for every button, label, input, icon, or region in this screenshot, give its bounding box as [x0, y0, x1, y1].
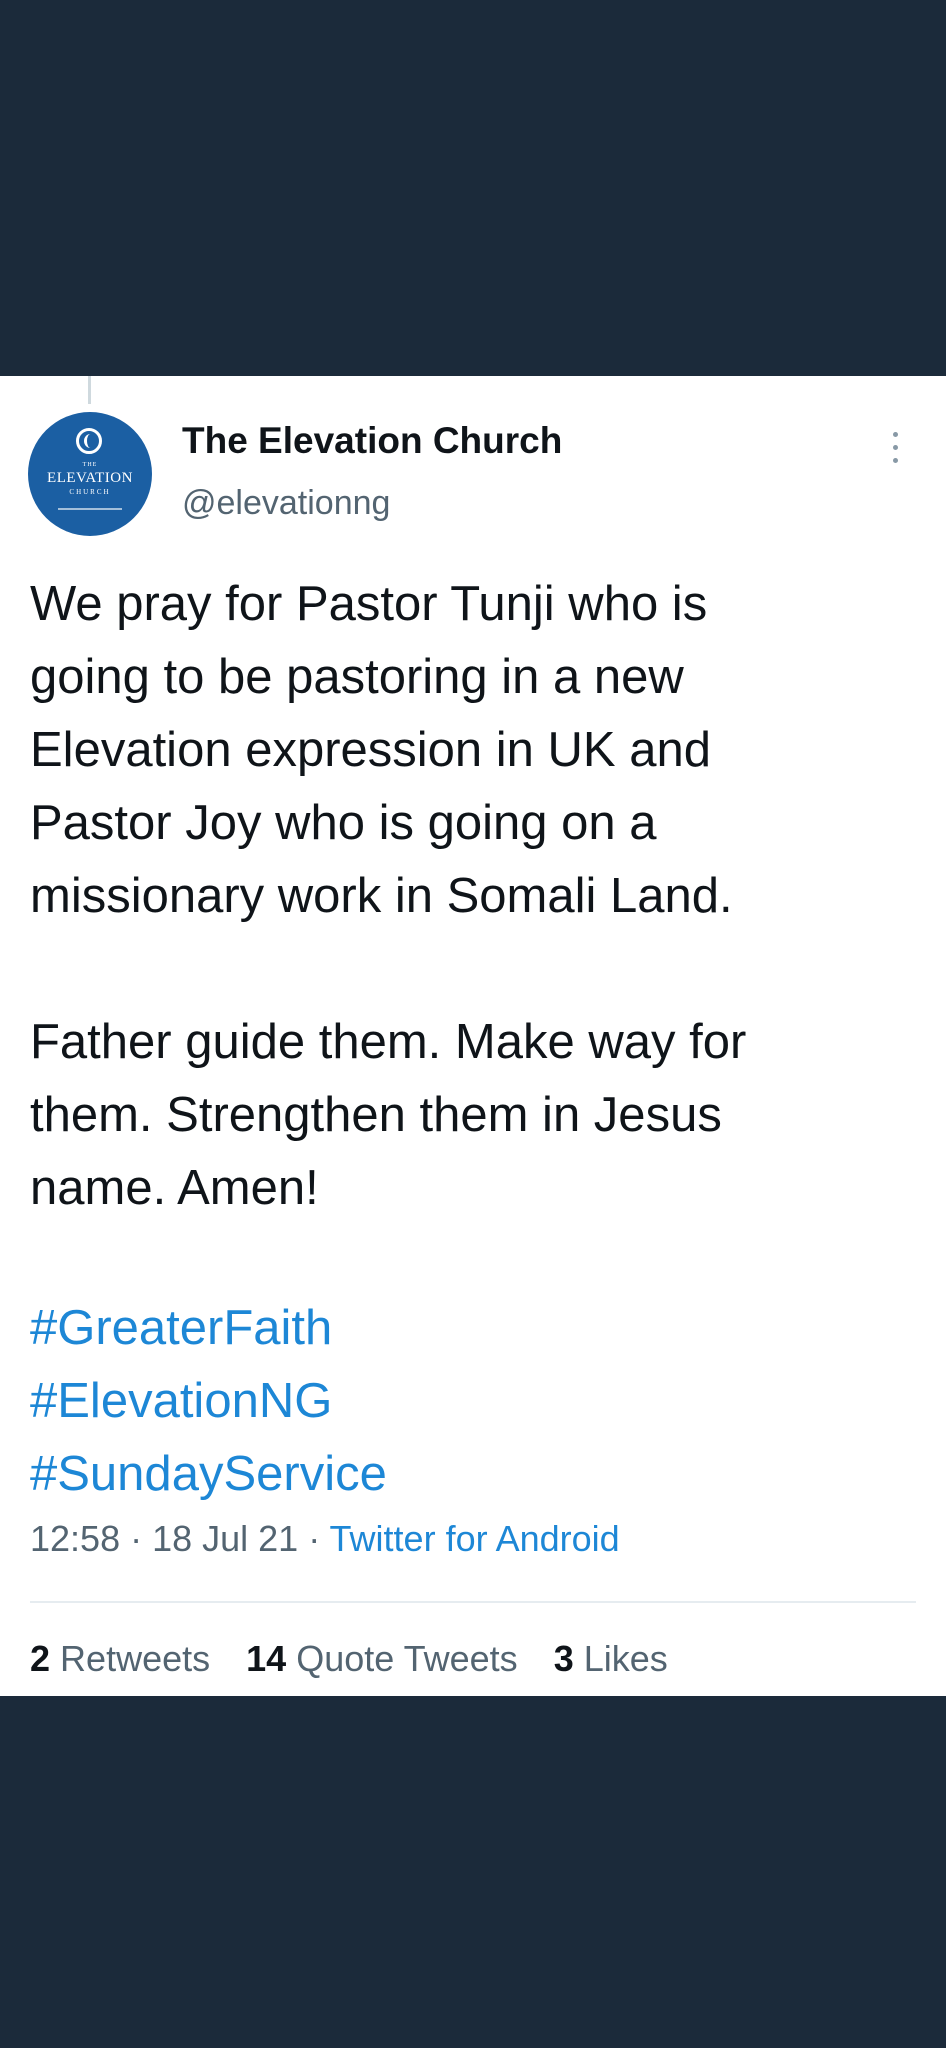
thread-connector-line: [88, 376, 91, 404]
display-name[interactable]: The Elevation Church: [182, 420, 562, 462]
avatar[interactable]: THE ELEVATION CHURCH: [28, 412, 152, 536]
likes-count: 3: [553, 1638, 574, 1679]
likes-stat[interactable]: 3 Likes: [554, 1638, 668, 1680]
tweet-metadata: 12:58 · 18 Jul 21 · Twitter for Android: [30, 1518, 620, 1560]
hashtag-elevationng[interactable]: #ElevationNG: [30, 1365, 387, 1438]
tweet-line: going to be pastoring in a new: [30, 650, 684, 704]
quote-tweets-label: Quote Tweets: [296, 1638, 518, 1679]
tweet-line: We pray for Pastor Tunji who is: [30, 577, 708, 631]
tweet-date[interactable]: 18 Jul 21: [152, 1518, 298, 1559]
tweet-card: THE ELEVATION CHURCH The Elevation Churc…: [0, 376, 946, 1696]
meta-separator: ·: [120, 1518, 153, 1559]
more-options-button[interactable]: [880, 428, 910, 468]
likes-label: Likes: [583, 1638, 668, 1679]
quote-tweets-count: 14: [246, 1638, 287, 1679]
avatar-sub-label: CHURCH: [69, 488, 111, 496]
hashtag-greaterfaith[interactable]: #GreaterFaith: [30, 1292, 387, 1365]
avatar-tagline-rule: [58, 508, 122, 510]
hashtag-sundayservice[interactable]: #SundayService: [30, 1438, 387, 1511]
tweet-line: name. Amen!: [30, 1161, 319, 1215]
tweet-source-link[interactable]: Twitter for Android: [330, 1518, 620, 1559]
elevation-emblem-icon: [76, 428, 102, 454]
retweets-stat[interactable]: 2 Retweets: [30, 1638, 210, 1680]
tweet-text: We pray for Pastor Tunji who is going to…: [30, 568, 910, 1225]
tweet-line: them. Strengthen them in Jesus: [30, 1088, 722, 1142]
user-handle[interactable]: @elevationng: [182, 484, 390, 523]
tweet-line: missionary work in Somali Land.: [30, 869, 733, 923]
tweet-line: Pastor Joy who is going on a: [30, 796, 657, 850]
tweet-stats: 2 Retweets 14 Quote Tweets 3 Likes: [30, 1638, 694, 1680]
elevation-church-logo: THE ELEVATION CHURCH: [28, 412, 152, 536]
more-vertical-icon: [893, 458, 898, 463]
top-background: [0, 0, 946, 376]
tweet-time[interactable]: 12:58: [30, 1518, 120, 1559]
avatar-brand-label: ELEVATION: [47, 470, 133, 486]
tweet-line: Father guide them. Make way for: [30, 1015, 747, 1069]
quote-tweets-stat[interactable]: 14 Quote Tweets: [246, 1638, 518, 1680]
more-vertical-icon: [893, 432, 898, 437]
avatar-small-label: THE: [82, 462, 98, 468]
meta-separator: ·: [298, 1518, 330, 1559]
more-vertical-icon: [893, 445, 898, 450]
retweets-count: 2: [30, 1638, 51, 1679]
tweet-line: Elevation expression in UK and: [30, 723, 711, 777]
divider: [30, 1601, 916, 1603]
retweets-label: Retweets: [60, 1638, 211, 1679]
hashtag-list: #GreaterFaith #ElevationNG #SundayServic…: [30, 1292, 387, 1511]
